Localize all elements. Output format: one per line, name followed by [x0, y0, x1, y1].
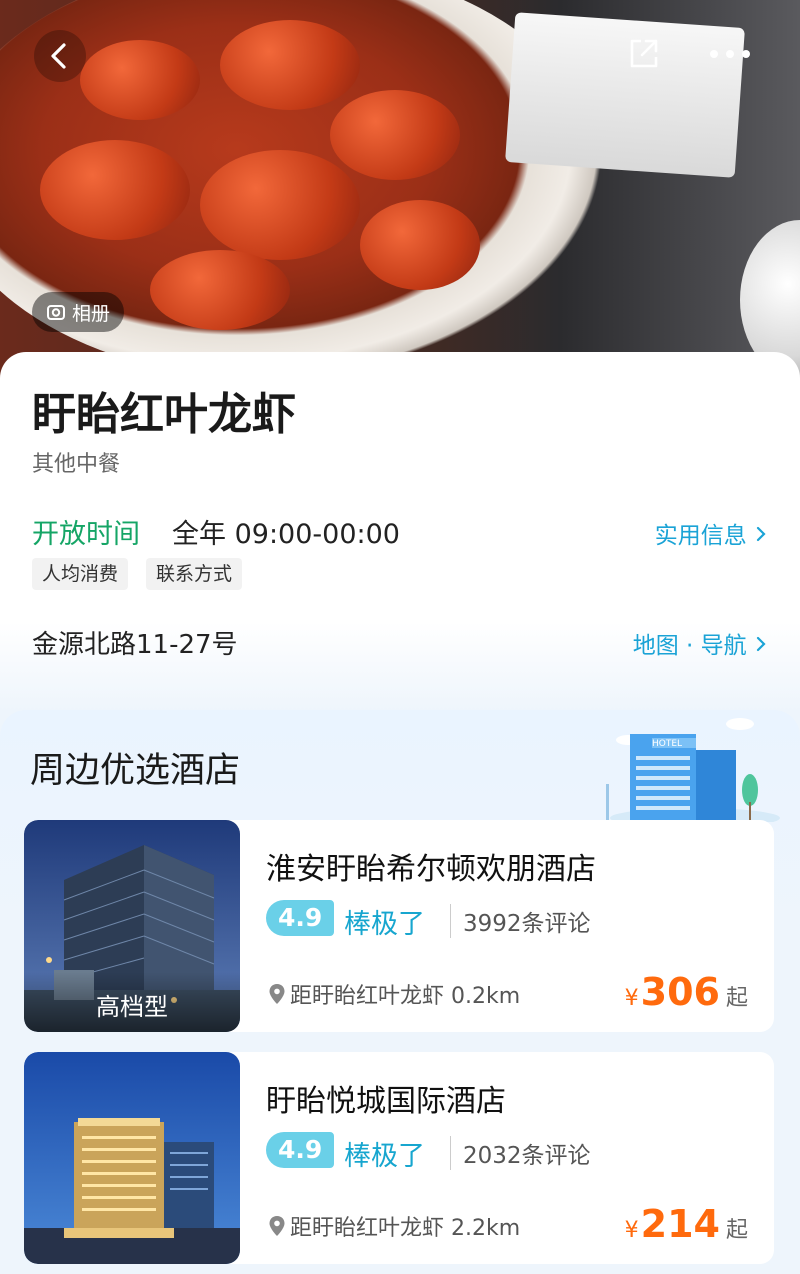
hotel-name: 盱眙悦城国际酒店: [266, 1084, 506, 1119]
hotel-rating-word: 棒极了: [344, 909, 425, 940]
hotel-distance-text: 距盱眙红叶龙虾 2.2km: [290, 1216, 521, 1241]
hotel-score-badge: 4.9: [266, 1132, 335, 1168]
avg-spend-tag[interactable]: 人均消费: [32, 558, 129, 590]
share-icon: [630, 39, 658, 68]
crayfish: [220, 20, 360, 110]
price-suffix: 起: [725, 1218, 748, 1243]
restaurant-address: 金源北路11-27号: [32, 630, 238, 660]
hotel-building-illustration: HOTEL: [606, 718, 780, 822]
restaurant-info-card: 盱眙红叶龙虾 其他中餐 开放时间 全年 09:00-00:00 实用信息 人均消…: [0, 352, 800, 712]
hotel-review-count: 2032条评论: [450, 1136, 591, 1170]
more-button[interactable]: [700, 30, 760, 78]
price-currency: ¥: [624, 1218, 639, 1243]
section-title: 周边优选酒店: [30, 751, 241, 791]
share-button[interactable]: [620, 30, 668, 78]
hotel-distance: 距盱眙红叶龙虾 2.2km: [268, 1210, 520, 1242]
more-icon: [710, 50, 750, 58]
nearby-hotels-section: 周边优选酒店 HOTEL 高档型 淮安盱眙希尔顿欢朋酒店 4.9 棒极了 399…: [0, 710, 800, 1274]
hotel-price: ¥ 306 起: [625, 970, 748, 1014]
album-button[interactable]: 相册: [32, 292, 125, 332]
hotel-grade-badge: 高档型: [24, 972, 240, 1032]
hotel-rating-word: 棒极了: [344, 1141, 425, 1172]
crayfish: [330, 90, 460, 180]
back-icon: [51, 43, 66, 69]
hotel-card[interactable]: 高档型 淮安盱眙希尔顿欢朋酒店 4.9 棒极了 3992条评论 距盱眙红叶龙虾 …: [24, 820, 774, 1032]
contact-tag[interactable]: 联系方式: [146, 558, 243, 590]
price-value: 214: [640, 1202, 720, 1246]
chevron-right-icon: [756, 636, 766, 652]
crayfish: [150, 250, 290, 330]
back-button[interactable]: [34, 30, 86, 82]
restaurant-name: 盱眙红叶龙虾: [32, 389, 296, 440]
practical-info-label: 实用信息: [654, 523, 747, 549]
practical-info-link[interactable]: 实用信息: [655, 516, 768, 550]
crayfish: [200, 150, 360, 260]
opening-hours-label: 开放时间: [32, 519, 140, 550]
price-suffix: 起: [725, 986, 748, 1011]
svg-text:HOTEL: HOTEL: [652, 739, 682, 749]
hotel-review-count: 3992条评论: [450, 904, 591, 938]
hotel-card[interactable]: 盱眙悦城国际酒店 4.9 棒极了 2032条评论 距盱眙红叶龙虾 2.2km ¥…: [24, 1052, 774, 1264]
album-label: 相册: [72, 302, 111, 325]
price-currency: ¥: [624, 986, 639, 1011]
hero-photo[interactable]: 相册: [0, 0, 800, 380]
location-pin-icon: [269, 1216, 285, 1236]
hotel-distance: 距盱眙红叶龙虾 0.2km: [268, 978, 520, 1010]
hotel-name: 淮安盱眙希尔顿欢朋酒店: [266, 852, 596, 887]
opening-hours-value: 全年 09:00-00:00: [172, 519, 400, 550]
chevron-right-icon: [756, 526, 766, 542]
hotel-distance-text: 距盱眙红叶龙虾 0.2km: [290, 984, 521, 1009]
location-pin-icon: [269, 984, 285, 1004]
map-navigation-link[interactable]: 地图 · 导航: [633, 626, 768, 660]
hotel-photo: 高档型: [24, 820, 240, 1032]
crayfish: [360, 200, 480, 290]
price-value: 306: [640, 970, 720, 1014]
crayfish: [40, 140, 190, 240]
map-navigation-label: 地图 · 导航: [632, 633, 747, 659]
camera-icon: [47, 305, 65, 320]
hotel-building-photo: [24, 1052, 240, 1264]
restaurant-category: 其他中餐: [32, 452, 121, 477]
hotel-price: ¥ 214 起: [625, 1202, 748, 1246]
hotel-photo: [24, 1052, 240, 1264]
hotel-score-badge: 4.9: [266, 900, 335, 936]
crayfish: [80, 40, 200, 120]
